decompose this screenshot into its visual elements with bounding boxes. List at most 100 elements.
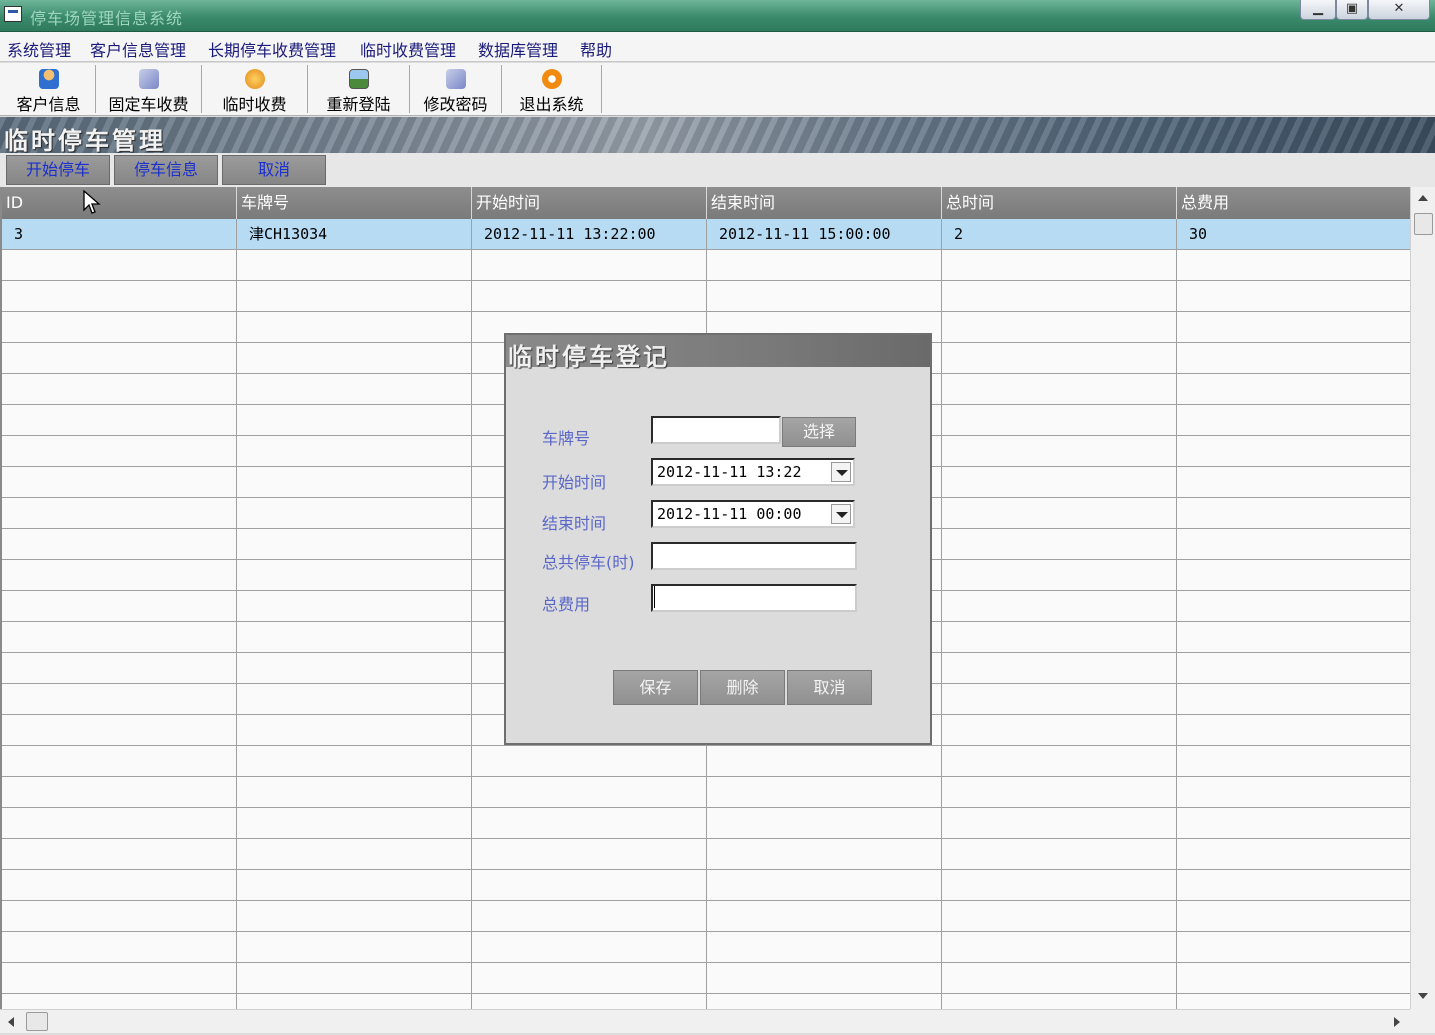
- column-header-start-time[interactable]: 开始时间: [472, 187, 707, 219]
- empty-cell: [1177, 839, 1410, 870]
- cell-id: 3: [2, 219, 237, 250]
- toolbar-relogin-button[interactable]: 重新登陆: [308, 65, 410, 114]
- chevron-down-icon[interactable]: [831, 504, 851, 524]
- menu-database[interactable]: 数据库管理: [478, 37, 558, 61]
- column-header-total-time[interactable]: 总时间: [942, 187, 1177, 219]
- empty-cell: [942, 591, 1177, 622]
- empty-cell: [1177, 901, 1410, 932]
- tab-parking-info[interactable]: 停车信息: [114, 155, 218, 185]
- empty-cell: [1177, 870, 1410, 901]
- empty-cell: [707, 250, 942, 281]
- empty-cell: [942, 250, 1177, 281]
- scroll-left-icon[interactable]: [8, 1017, 14, 1027]
- empty-cell: [2, 312, 237, 343]
- toolbar-customer-button[interactable]: 客户信息: [2, 65, 96, 114]
- empty-cell: [2, 498, 237, 529]
- empty-table-row[interactable]: [2, 250, 1410, 281]
- scroll-right-icon[interactable]: [1394, 1017, 1400, 1027]
- dialog-title: 临时停车登记: [508, 342, 670, 371]
- empty-cell: [2, 746, 237, 777]
- window-title: 停车场管理信息系统: [30, 9, 184, 28]
- table-row[interactable]: 3 津CH13034 2012-11-11 13:22:00 2012-11-1…: [2, 219, 1410, 250]
- scroll-thumb[interactable]: [1414, 213, 1433, 235]
- total-fee-input[interactable]: [651, 584, 857, 612]
- chevron-down-icon[interactable]: [831, 462, 851, 482]
- total-hours-input[interactable]: [651, 542, 857, 570]
- empty-cell: [942, 932, 1177, 963]
- menu-temp-fee[interactable]: 临时收费管理: [360, 37, 456, 61]
- empty-cell: [2, 777, 237, 808]
- vertical-scrollbar[interactable]: [1410, 187, 1435, 1009]
- toolbar-label: 固定车收费: [108, 95, 189, 114]
- empty-cell: [942, 746, 1177, 777]
- menu-longterm-fee[interactable]: 长期停车收费管理: [208, 37, 336, 61]
- empty-cell: [237, 312, 472, 343]
- column-header-plate[interactable]: 车牌号: [237, 187, 472, 219]
- empty-cell: [237, 560, 472, 591]
- empty-cell: [2, 374, 237, 405]
- column-header-id[interactable]: ID: [2, 187, 237, 219]
- empty-cell: [237, 622, 472, 653]
- delete-button[interactable]: 删除: [700, 670, 785, 705]
- minimize-button[interactable]: ▁: [1300, 0, 1336, 20]
- empty-cell: [237, 901, 472, 932]
- toolbar-exit-button[interactable]: 退出系统: [502, 65, 602, 114]
- empty-table-row[interactable]: [2, 839, 1410, 870]
- parking-pay-icon: [138, 69, 159, 89]
- menu-help[interactable]: 帮助: [580, 37, 612, 61]
- empty-table-row[interactable]: [2, 870, 1410, 901]
- empty-table-row[interactable]: [2, 777, 1410, 808]
- empty-cell: [707, 777, 942, 808]
- empty-cell: [1177, 560, 1410, 591]
- tab-start-parking[interactable]: 开始停车: [6, 155, 110, 185]
- empty-cell: [942, 560, 1177, 591]
- empty-cell: [2, 653, 237, 684]
- empty-cell: [2, 343, 237, 374]
- menu-system[interactable]: 系统管理: [7, 37, 71, 61]
- select-button[interactable]: 选择: [782, 417, 856, 447]
- empty-table-row[interactable]: [2, 963, 1410, 994]
- plate-input[interactable]: [651, 416, 781, 444]
- table-header: ID 车牌号 开始时间 结束时间 总时间 总费用: [2, 187, 1410, 219]
- key-icon: [445, 69, 466, 89]
- empty-cell: [237, 343, 472, 374]
- toolbar-temp-fee-button[interactable]: 临时收费: [202, 65, 308, 114]
- temp-parking-dialog: 临时停车登记 车牌号 选择 开始时间 2012-11-11 13:22 结束时间…: [504, 333, 932, 745]
- empty-table-row[interactable]: [2, 281, 1410, 312]
- empty-cell: [2, 963, 237, 994]
- horizontal-scrollbar[interactable]: [0, 1009, 1410, 1033]
- empty-cell: [237, 808, 472, 839]
- empty-table-row[interactable]: [2, 746, 1410, 777]
- tab-cancel[interactable]: 取消: [222, 155, 326, 185]
- end-time-value: 2012-11-11 00:00: [657, 505, 802, 523]
- menu-customer[interactable]: 客户信息管理: [90, 37, 186, 61]
- scroll-thumb[interactable]: [26, 1012, 48, 1031]
- empty-cell: [237, 591, 472, 622]
- maximize-button[interactable]: ▣: [1336, 0, 1368, 20]
- empty-table-row[interactable]: [2, 901, 1410, 932]
- empty-cell: [472, 808, 707, 839]
- end-time-picker[interactable]: 2012-11-11 00:00: [651, 500, 855, 528]
- save-button[interactable]: 保存: [613, 670, 698, 705]
- empty-cell: [1177, 777, 1410, 808]
- close-button[interactable]: ✕: [1368, 0, 1430, 20]
- empty-cell: [1177, 963, 1410, 994]
- banner-pattern: [0, 117, 1435, 153]
- empty-cell: [942, 901, 1177, 932]
- toolbar-label: 重新登陆: [326, 95, 391, 114]
- power-icon: [541, 69, 562, 89]
- scroll-up-icon[interactable]: [1418, 195, 1428, 201]
- start-time-picker[interactable]: 2012-11-11 13:22: [651, 458, 855, 486]
- empty-table-row[interactable]: [2, 932, 1410, 963]
- toolbar-change-password-button[interactable]: 修改密码: [410, 65, 502, 114]
- empty-table-row[interactable]: [2, 994, 1410, 1009]
- cancel-button[interactable]: 取消: [787, 670, 872, 705]
- scroll-down-icon[interactable]: [1418, 993, 1428, 999]
- empty-cell: [1177, 312, 1410, 343]
- toolbar-fixed-fee-button[interactable]: 固定车收费: [96, 65, 202, 114]
- empty-cell: [237, 405, 472, 436]
- column-header-total-fee[interactable]: 总费用: [1177, 187, 1410, 219]
- empty-table-row[interactable]: [2, 808, 1410, 839]
- empty-cell: [237, 839, 472, 870]
- column-header-end-time[interactable]: 结束时间: [707, 187, 942, 219]
